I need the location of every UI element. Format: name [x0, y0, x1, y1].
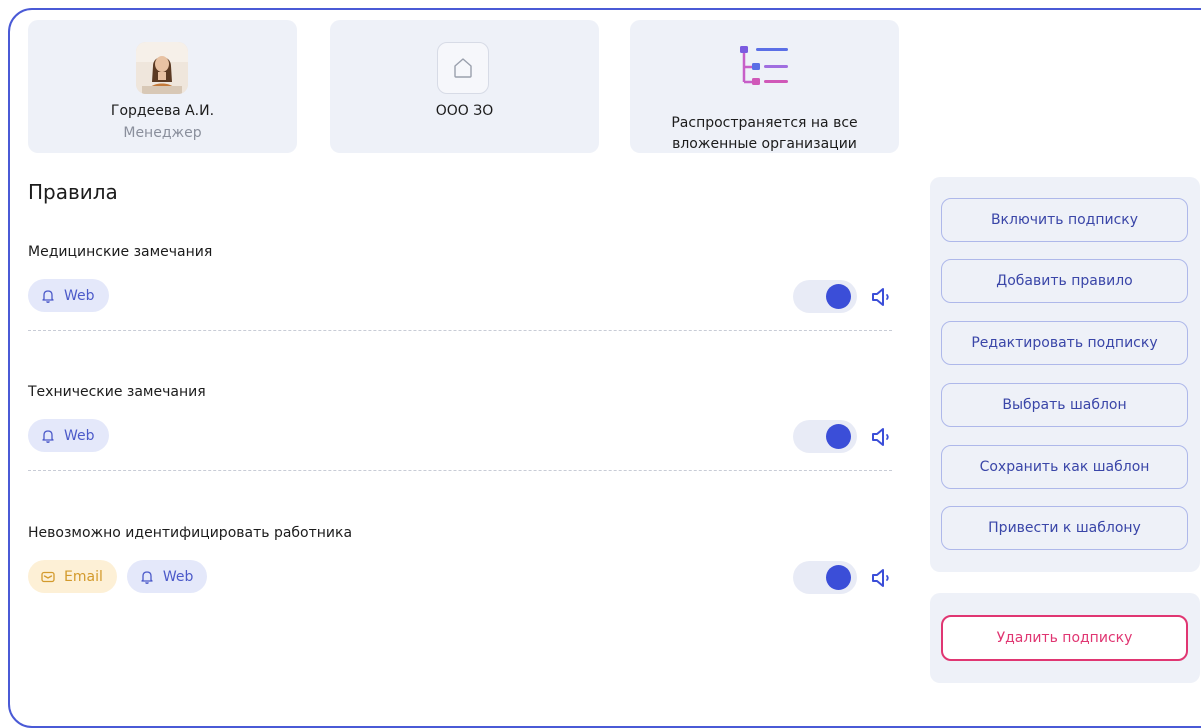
rule-name: Невозможно идентифицировать работника	[28, 525, 353, 541]
user-role: Менеджер	[123, 125, 202, 141]
bell-icon	[42, 289, 54, 303]
rule-item: Технические замечания Web	[28, 384, 892, 494]
bell-icon	[141, 570, 153, 584]
web-channel-label: Web	[162, 568, 194, 585]
divider	[28, 470, 892, 471]
avatar-image	[136, 42, 188, 94]
rules-title: Правила	[28, 180, 118, 204]
tree-structure-icon	[740, 46, 788, 85]
web-channel-label: Web	[64, 287, 95, 304]
web-channel-chip[interactable]: Web	[28, 419, 109, 452]
rule-item: Медицинские замечания Web	[28, 244, 892, 354]
rule-channels: Web	[28, 279, 109, 312]
rule-channels: Email Web	[28, 560, 208, 593]
delete-panel: Удалить подписку	[930, 593, 1200, 683]
avatar	[136, 42, 188, 94]
speaker-icon[interactable]	[870, 567, 894, 589]
bell-icon	[42, 429, 54, 443]
scope-text: Распространяется на все вложенные органи…	[671, 115, 858, 152]
speaker-icon[interactable]	[870, 426, 894, 448]
rule-toggle[interactable]	[793, 561, 857, 594]
scope-card: Распространяется на все вложенные органи…	[630, 20, 899, 153]
edit-subscription-button[interactable]: Редактировать подписку	[941, 321, 1188, 365]
organization-card: ООО ЗО	[330, 20, 599, 153]
web-channel-chip[interactable]: Web	[126, 560, 208, 593]
toggle-knob	[826, 424, 851, 449]
save-as-template-button[interactable]: Сохранить как шаблон	[941, 445, 1188, 489]
home-icon	[437, 42, 489, 94]
enable-subscription-button[interactable]: Включить подписку	[941, 198, 1188, 242]
rule-toggle[interactable]	[793, 420, 857, 453]
rule-toggle[interactable]	[793, 280, 857, 313]
divider	[28, 330, 892, 331]
web-channel-label: Web	[64, 427, 95, 444]
mail-icon	[41, 571, 55, 582]
toggle-knob	[826, 565, 851, 590]
web-channel-chip[interactable]: Web	[28, 279, 109, 312]
organization-name: ООО ЗО	[435, 103, 494, 119]
actions-panel: Включить подписку Добавить правило Редак…	[930, 177, 1200, 572]
email-channel-chip[interactable]: Email	[28, 560, 117, 593]
delete-subscription-button[interactable]: Удалить подписку	[941, 615, 1188, 661]
speaker-icon[interactable]	[870, 286, 894, 308]
user-name: Гордеева А.И.	[110, 103, 215, 119]
rule-item: Невозможно идентифицировать работника Em…	[28, 525, 892, 635]
apply-template-button[interactable]: Привести к шаблону	[941, 506, 1188, 550]
add-rule-button[interactable]: Добавить правило	[941, 259, 1188, 303]
user-card: Гордеева А.И. Менеджер	[28, 20, 297, 153]
rule-channels: Web	[28, 419, 109, 452]
choose-template-button[interactable]: Выбрать шаблон	[941, 383, 1188, 427]
toggle-knob	[826, 284, 851, 309]
rule-name: Медицинские замечания	[28, 244, 213, 260]
rule-name: Технические замечания	[28, 384, 206, 400]
email-channel-label: Email	[64, 568, 103, 585]
